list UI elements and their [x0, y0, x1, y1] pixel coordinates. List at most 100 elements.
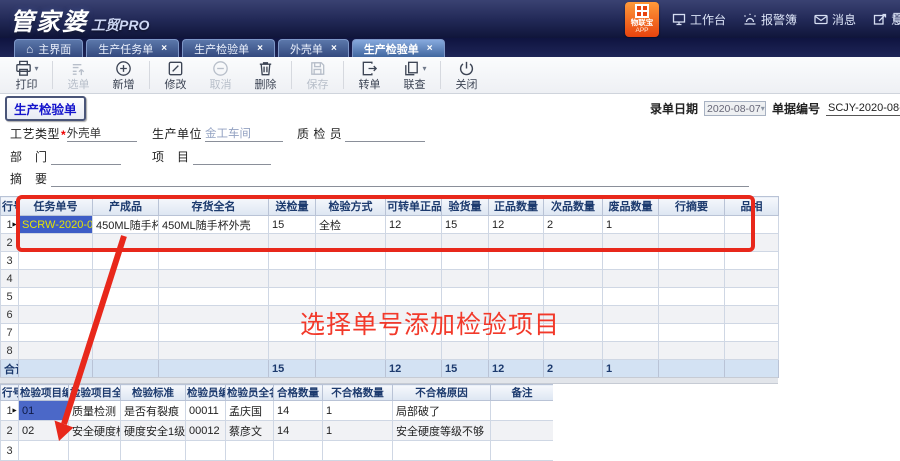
- tab-close-icon[interactable]: ×: [427, 44, 433, 54]
- grid-cell[interactable]: [316, 252, 386, 270]
- tab-doc-3[interactable]: 外壳单×: [278, 39, 349, 57]
- grid-cell[interactable]: [489, 288, 544, 306]
- tab-close-icon[interactable]: ×: [331, 44, 337, 54]
- grid-cell[interactable]: [121, 441, 186, 461]
- grid-cell[interactable]: [386, 306, 442, 324]
- tab-doc-1[interactable]: 生产任务单×: [86, 39, 179, 57]
- toolbar-button-trash[interactable]: 删除: [243, 59, 288, 91]
- grid-cell[interactable]: 1: [323, 401, 393, 421]
- grid-cell[interactable]: [19, 441, 69, 461]
- grid-cell[interactable]: 质量检测: [69, 401, 121, 421]
- grid-cell[interactable]: 硬度安全1级: [121, 421, 186, 441]
- grid-cell[interactable]: [93, 306, 159, 324]
- grid-cell[interactable]: [725, 306, 779, 324]
- grid-cell[interactable]: [659, 216, 725, 234]
- grid-cell[interactable]: [93, 324, 159, 342]
- grid-cell[interactable]: [442, 234, 489, 252]
- grid-cell[interactable]: [19, 342, 93, 360]
- toolbar-button-power[interactable]: 关闭: [444, 59, 489, 91]
- grid-cell[interactable]: 安全硬度等级不够: [393, 421, 491, 441]
- partial-edge-icon[interactable]: [893, 12, 900, 25]
- grid-cell[interactable]: 01: [19, 401, 69, 421]
- toolbar-button-linked-query[interactable]: ▾联查: [392, 59, 437, 91]
- project-input[interactable]: [193, 150, 271, 165]
- grid-cell[interactable]: [659, 234, 725, 252]
- grid-cell[interactable]: [544, 306, 603, 324]
- grid-cell[interactable]: [159, 306, 269, 324]
- grid-cell[interactable]: [659, 342, 725, 360]
- grid-cell[interactable]: [316, 342, 386, 360]
- horizontal-scrollbar[interactable]: [0, 377, 778, 384]
- grid-cell[interactable]: [226, 441, 274, 461]
- grid-cell[interactable]: [603, 342, 659, 360]
- grid-cell[interactable]: [269, 342, 316, 360]
- grid-cell[interactable]: [603, 270, 659, 288]
- grid-cell[interactable]: [491, 401, 554, 421]
- grid-cell[interactable]: [269, 288, 316, 306]
- grid-cell[interactable]: [316, 324, 386, 342]
- grid-cell[interactable]: 2: [544, 216, 603, 234]
- grid-cell[interactable]: [725, 252, 779, 270]
- tab-close-icon[interactable]: ×: [161, 44, 167, 54]
- grid-cell[interactable]: [93, 288, 159, 306]
- grid-cell[interactable]: [316, 306, 386, 324]
- grid-cell[interactable]: 全检: [316, 216, 386, 234]
- grid-cell[interactable]: [393, 441, 491, 461]
- grid-cell[interactable]: 局部破了: [393, 401, 491, 421]
- grid-cell[interactable]: [159, 324, 269, 342]
- grid-cell[interactable]: [725, 270, 779, 288]
- grid-cell[interactable]: [19, 234, 93, 252]
- grid-cell[interactable]: [442, 252, 489, 270]
- grid-cell[interactable]: 02: [19, 421, 69, 441]
- grid-cell[interactable]: [159, 252, 269, 270]
- quicklink-monitor[interactable]: 工作台: [672, 11, 726, 28]
- toolbar-button-transfer[interactable]: 转单: [347, 59, 392, 91]
- grid-cell[interactable]: [489, 252, 544, 270]
- grid-cell[interactable]: [725, 216, 779, 234]
- grid-cell[interactable]: [659, 252, 725, 270]
- grid-cell[interactable]: 12: [386, 216, 442, 234]
- grid-cell[interactable]: [603, 324, 659, 342]
- grid-cell[interactable]: 安全硬度检验: [69, 421, 121, 441]
- grid-cell[interactable]: [544, 252, 603, 270]
- inspector-input[interactable]: [345, 127, 425, 142]
- grid-cell[interactable]: 1: [603, 216, 659, 234]
- grid-cell[interactable]: [159, 342, 269, 360]
- grid-cell[interactable]: [491, 441, 554, 461]
- grid-cell[interactable]: [489, 234, 544, 252]
- tab-home[interactable]: ⌂主界面: [14, 39, 83, 57]
- grid-cell[interactable]: [442, 270, 489, 288]
- row-number-cell[interactable]: 3: [1, 252, 19, 270]
- grid-cell[interactable]: SCRW-2020-08-07-0: [19, 216, 93, 234]
- department-input[interactable]: [51, 150, 121, 165]
- grid-cell[interactable]: [316, 270, 386, 288]
- grid-cell[interactable]: [603, 288, 659, 306]
- grid-cell[interactable]: [269, 270, 316, 288]
- grid-cell[interactable]: [323, 441, 393, 461]
- grid-cell[interactable]: 450ML随手杯: [93, 216, 159, 234]
- grid-cell[interactable]: 孟庆国: [226, 401, 274, 421]
- grid-cell[interactable]: [491, 421, 554, 441]
- grid-cell[interactable]: [442, 342, 489, 360]
- grid-cell[interactable]: [725, 324, 779, 342]
- grid-cell[interactable]: [19, 270, 93, 288]
- grid-cell[interactable]: [489, 324, 544, 342]
- grid-cell[interactable]: 450ML随手杯外壳: [159, 216, 269, 234]
- row-number-cell[interactable]: 1►: [1, 401, 19, 421]
- production-unit-input[interactable]: 金工车间: [205, 127, 283, 142]
- grid-cell[interactable]: [269, 306, 316, 324]
- grid-cell[interactable]: [489, 306, 544, 324]
- grid-cell[interactable]: [269, 234, 316, 252]
- row-number-cell[interactable]: 6: [1, 306, 19, 324]
- grid-cell[interactable]: [489, 270, 544, 288]
- grid-cell[interactable]: [386, 270, 442, 288]
- grid-cell[interactable]: [159, 234, 269, 252]
- grid-cell[interactable]: 1: [323, 421, 393, 441]
- grid-cell[interactable]: [93, 234, 159, 252]
- grid-cell[interactable]: [93, 270, 159, 288]
- grid-cell[interactable]: [442, 324, 489, 342]
- row-number-cell[interactable]: 5: [1, 288, 19, 306]
- grid-cell[interactable]: 00012: [186, 421, 226, 441]
- grid-cell[interactable]: [386, 252, 442, 270]
- row-number-cell[interactable]: 3: [1, 441, 19, 461]
